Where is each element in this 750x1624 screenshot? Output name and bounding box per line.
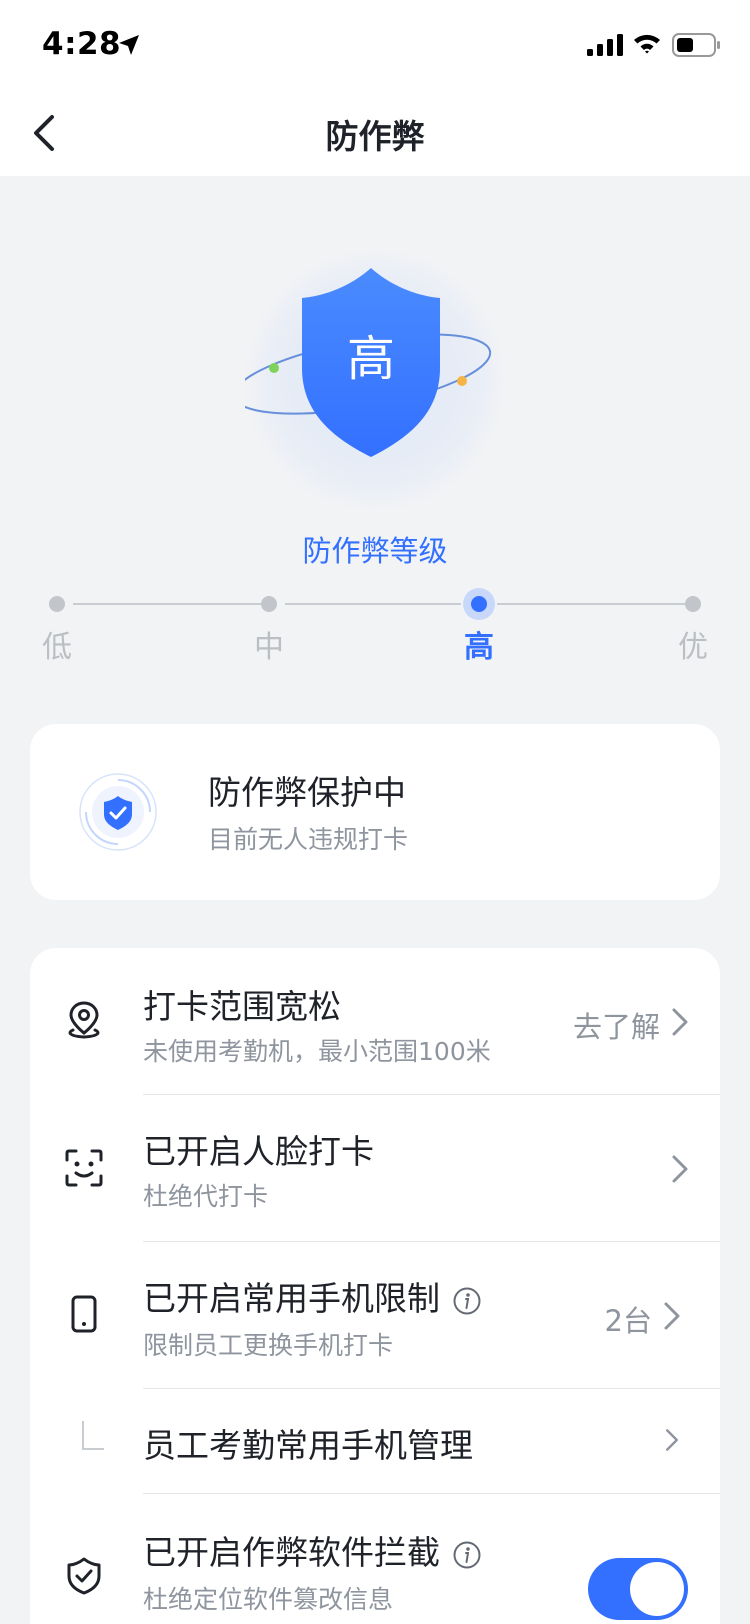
settings-card: 打卡范围宽松 未使用考勤机，最小范围100米 去了解 已开启人脸打卡 杜绝代打卡	[30, 948, 720, 1624]
row-phone-limit[interactable]: 已开启常用手机限制 限制员工更换手机打卡 2台	[30, 1242, 720, 1388]
location-pin-icon	[68, 1001, 100, 1039]
level-dot-high[interactable]	[463, 588, 495, 620]
location-arrow-icon	[119, 35, 139, 55]
wifi-icon	[634, 34, 660, 54]
row-phone-management[interactable]: 员工考勤常用手机管理	[30, 1389, 720, 1493]
protection-shield-icon	[79, 773, 157, 851]
level-dot-mid[interactable]	[261, 596, 277, 612]
shield-check-icon	[67, 1557, 101, 1595]
row-subtitle: 杜绝代打卡	[143, 1182, 269, 1211]
page-title: 防作弊	[325, 117, 425, 156]
level-dot-excellent[interactable]	[685, 596, 701, 612]
chevron-right-icon	[672, 1155, 688, 1183]
level-label-low[interactable]: 低	[27, 622, 87, 666]
level-label-excellent[interactable]: 优	[663, 622, 723, 666]
face-id-icon	[65, 1149, 103, 1187]
device-count[interactable]: 2台	[605, 1298, 652, 1340]
row-title: 打卡范围宽松	[143, 987, 341, 1026]
level-track[interactable]	[49, 588, 701, 620]
signal-icon	[587, 34, 623, 56]
shield-illustration: 高	[245, 250, 505, 510]
row-title-wrap: 已开启作弊软件拦截	[143, 1526, 482, 1574]
info-icon[interactable]	[452, 1540, 482, 1570]
info-icon[interactable]	[452, 1286, 482, 1316]
chevron-right-icon	[666, 1429, 678, 1451]
row-subtitle: 未使用考勤机，最小范围100米	[143, 1037, 491, 1066]
protection-subtitle: 目前无人违规打卡	[208, 825, 409, 854]
chevron-right-icon	[672, 1008, 688, 1036]
row-checkin-range[interactable]: 打卡范围宽松 未使用考勤机，最小范围100米 去了解	[30, 948, 720, 1094]
row-title: 已开启作弊软件拦截	[143, 1533, 440, 1572]
row-subtitle: 杜绝定位软件篡改信息	[143, 1585, 394, 1614]
cheat-block-toggle[interactable]	[588, 1558, 688, 1620]
level-label-high[interactable]: 高	[449, 622, 509, 666]
shield-icon: 高	[245, 268, 492, 457]
row-face-checkin[interactable]: 已开启人脸打卡 杜绝代打卡	[30, 1095, 720, 1241]
shield-level-text: 高	[347, 331, 395, 387]
protection-title: 防作弊保护中	[208, 773, 406, 812]
sub-item-connector-icon	[82, 1421, 104, 1450]
phone-icon	[71, 1295, 97, 1333]
row-title-wrap: 已开启常用手机限制	[143, 1272, 482, 1320]
nav-bar: 防作弊	[0, 90, 750, 176]
battery-icon	[672, 33, 720, 57]
toggle-knob	[630, 1562, 684, 1616]
row-title: 已开启人脸打卡	[143, 1132, 374, 1171]
track-segment	[73, 603, 263, 605]
level-title: 防作弊等级	[302, 534, 448, 568]
chevron-right-icon	[664, 1302, 680, 1330]
row-title: 员工考勤常用手机管理	[143, 1426, 473, 1465]
learn-more-link[interactable]: 去了解	[573, 1004, 660, 1046]
row-subtitle: 限制员工更换手机打卡	[143, 1331, 394, 1360]
level-label-mid[interactable]: 中	[239, 622, 299, 666]
level-dot-low[interactable]	[49, 596, 65, 612]
status-bar: 4:28	[0, 0, 750, 90]
track-segment	[285, 603, 461, 605]
protection-status-card: 防作弊保护中 目前无人违规打卡	[30, 724, 720, 900]
track-segment	[497, 603, 685, 605]
row-title: 已开启常用手机限制	[143, 1279, 440, 1318]
status-time: 4:28	[42, 26, 122, 62]
